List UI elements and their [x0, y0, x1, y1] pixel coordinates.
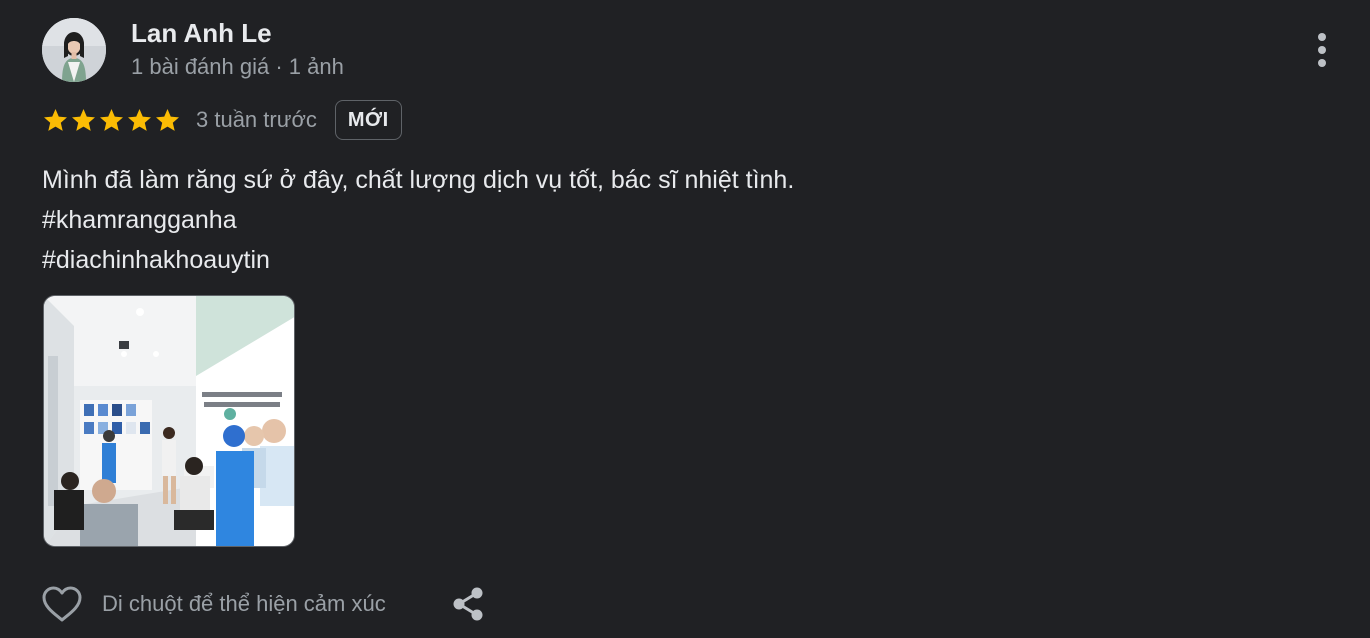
- like-button[interactable]: [40, 582, 84, 626]
- star-icon: [156, 108, 179, 131]
- share-icon: [453, 587, 483, 621]
- more-options-button[interactable]: [1300, 28, 1344, 72]
- star-icon: [44, 108, 67, 131]
- more-vert-icon-dot: [1318, 46, 1326, 54]
- heart-outline-icon: [42, 586, 82, 622]
- new-badge: MỚI: [334, 100, 402, 140]
- star-icon: [100, 108, 123, 131]
- like-hint: Di chuột để thể hiện cảm xúc: [102, 591, 386, 616]
- more-vert-icon-dot: [1318, 59, 1326, 67]
- avatar-image: [42, 18, 106, 82]
- reviewer-meta: 1 bài đánh giá · 1 ảnh: [131, 54, 344, 79]
- avatar[interactable]: [42, 18, 106, 82]
- review-text: Mình đã làm răng sứ ở đây, chất lượng dị…: [42, 160, 794, 280]
- reviewer-name[interactable]: Lan Anh Le: [131, 18, 272, 49]
- review-hashtag[interactable]: #diachinhakhoauytin: [42, 240, 794, 280]
- share-button[interactable]: [446, 582, 490, 626]
- review-card: Lan Anh Le 1 bài đánh giá · 1 ảnh 3 tuần…: [0, 0, 1370, 638]
- review-time: 3 tuần trước: [196, 107, 317, 132]
- review-photo[interactable]: [43, 295, 295, 547]
- review-footer: Di chuột để thể hiện cảm xúc: [40, 582, 490, 626]
- star-icon: [72, 108, 95, 131]
- rating-row: 3 tuần trước MỚI: [42, 98, 402, 142]
- review-hashtag[interactable]: #khamrangganha: [42, 200, 794, 240]
- clinic-photo-image: [44, 296, 294, 546]
- star-rating: [42, 107, 182, 134]
- review-line: Mình đã làm răng sứ ở đây, chất lượng dị…: [42, 166, 795, 194]
- star-icon: [128, 108, 151, 131]
- more-vert-icon: [1318, 33, 1326, 41]
